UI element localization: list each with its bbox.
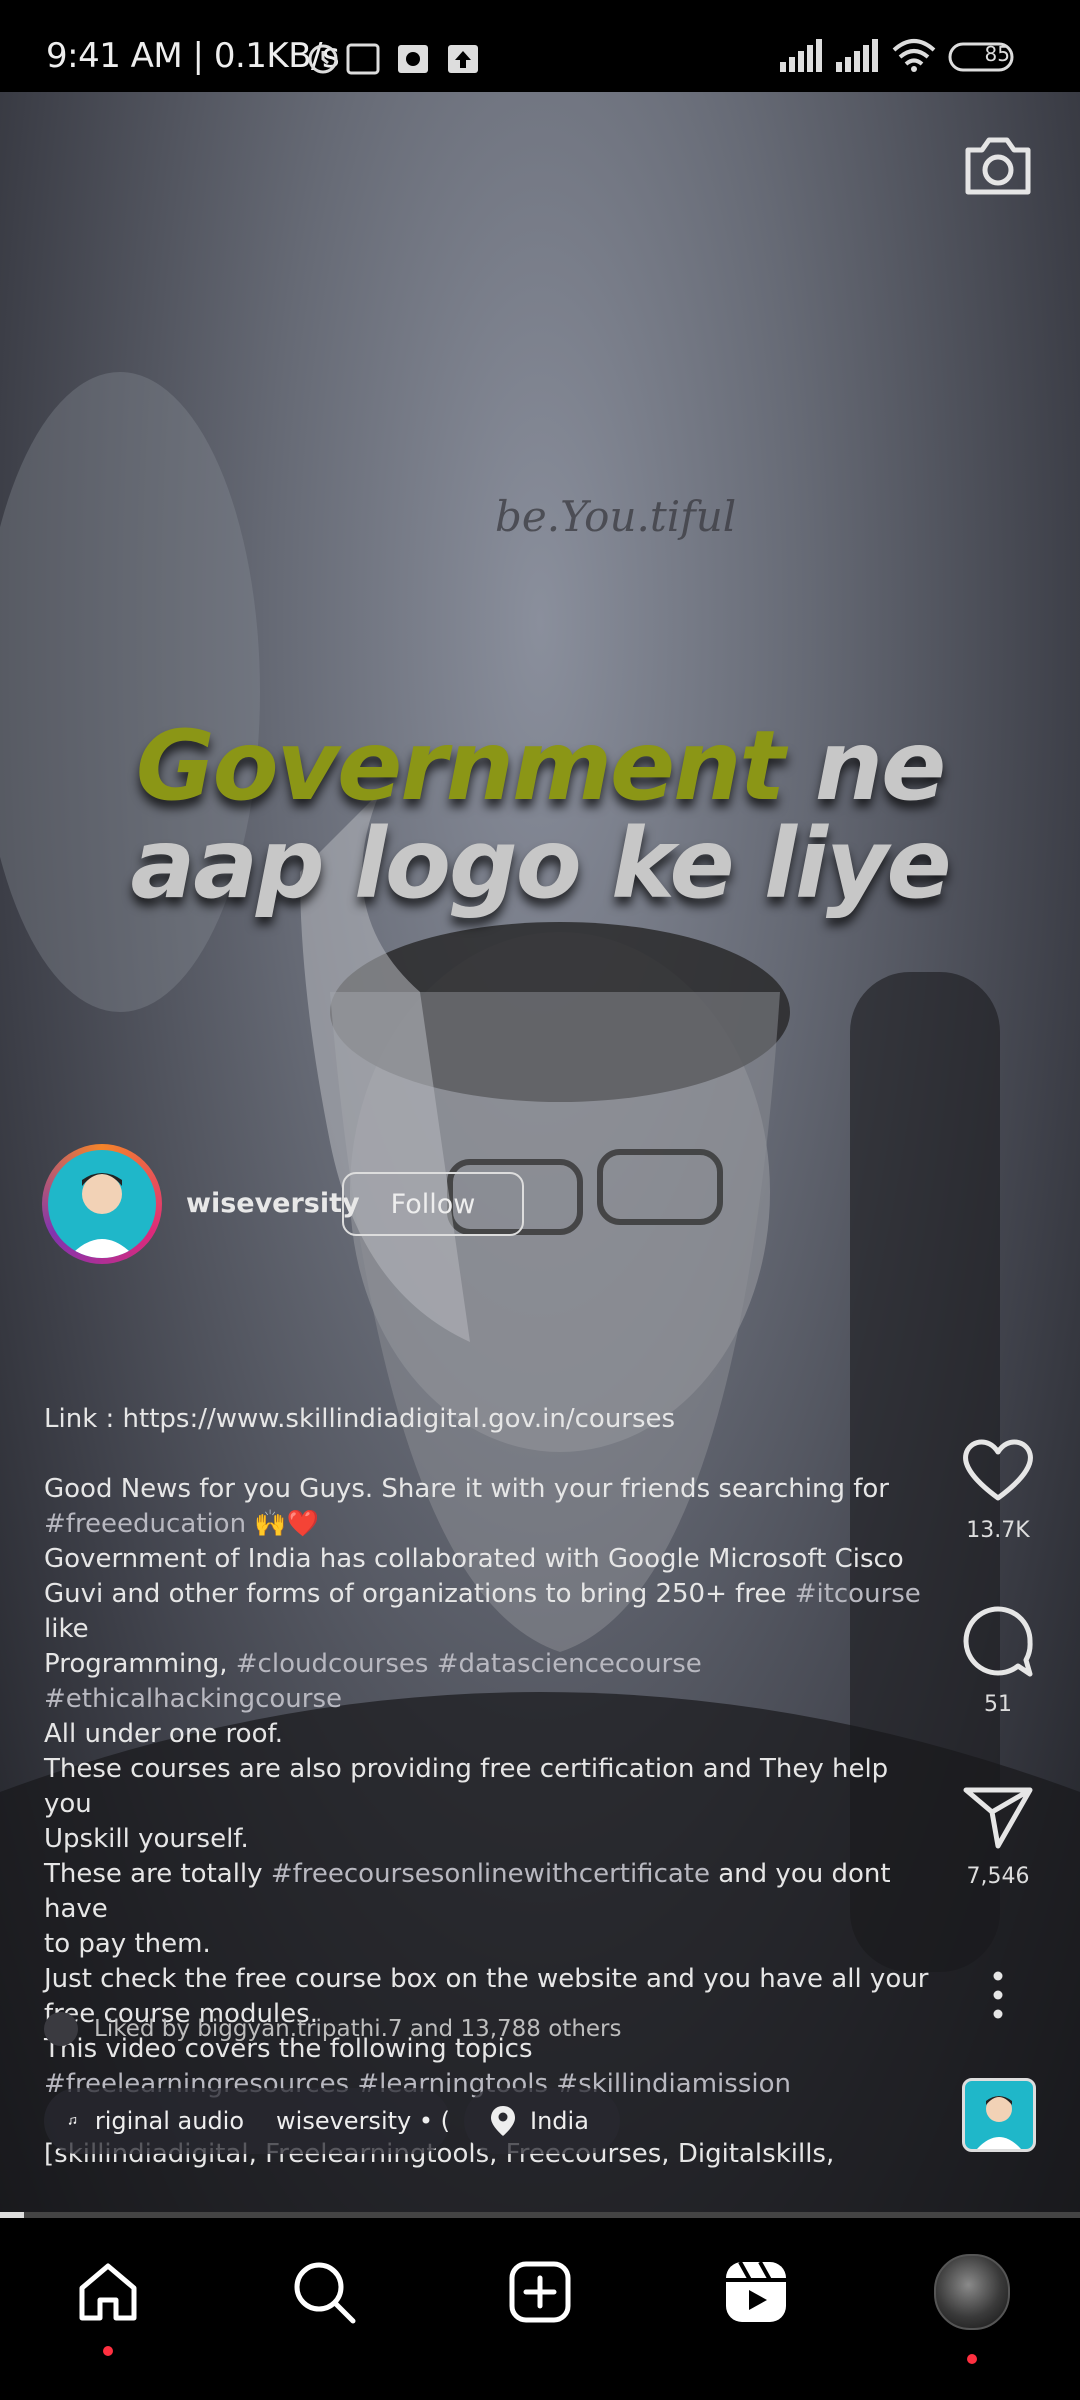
send-icon <box>963 1787 1033 1849</box>
liker-avatar <box>44 2012 78 2046</box>
liked-by-text: Liked by biggyan.tripathi.7 and 13,788 o… <box>94 2016 622 2042</box>
status-left-icons <box>306 40 486 80</box>
more-vertical-icon <box>993 1971 1003 2019</box>
caption-line: Government of India has collaborated wit… <box>44 1544 904 1574</box>
search-icon <box>294 2262 356 2324</box>
video-progress-bar[interactable] <box>0 2212 1080 2218</box>
headline-accent: Government <box>135 710 785 822</box>
share-button[interactable]: 7,546 <box>958 1782 1038 1889</box>
caption-line: #freeeducation 🙌❤️ <box>44 1507 944 1542</box>
status-time: 9:41 AM | 0.1KB/s <box>46 36 340 76</box>
create-icon <box>509 2261 571 2323</box>
nav-create[interactable] <box>500 2252 580 2332</box>
follow-label: Follow <box>390 1188 476 1220</box>
share-count: 7,546 <box>966 1864 1030 1889</box>
comment-button[interactable]: 51 <box>958 1606 1038 1717</box>
caption-line: All under one roof. <box>44 1719 284 1749</box>
location-pin-icon <box>491 2106 515 2136</box>
nav-home[interactable] <box>68 2252 148 2356</box>
caption-text: Guvi and other forms of organizations to… <box>44 1579 795 1609</box>
comment-icon <box>963 1606 1033 1677</box>
avatar <box>48 1150 156 1258</box>
like-count: 13.7K <box>966 1518 1030 1543</box>
nav-profile[interactable] <box>932 2252 1012 2364</box>
nav-search[interactable] <box>284 2252 364 2332</box>
caption-text: These are totally <box>44 1859 271 1889</box>
like-button[interactable]: 13.7K <box>958 1434 1038 1543</box>
comment-count: 51 <box>984 1692 1012 1717</box>
camera-button[interactable] <box>962 134 1034 202</box>
video-progress-fill <box>0 2212 24 2218</box>
avatar <box>977 2096 1021 2149</box>
location-label: India <box>530 2107 589 2135</box>
profile-avatar <box>934 2254 1010 2330</box>
hashtag[interactable]: #itcourse <box>795 1579 921 1609</box>
caption-link[interactable]: Link : https://www.skillindiadigital.gov… <box>44 1402 944 1437</box>
author-username[interactable]: wiseversity <box>186 1188 360 1219</box>
alarm-icon <box>308 44 338 74</box>
signal-icon <box>780 39 822 72</box>
nav-reels[interactable] <box>716 2252 796 2332</box>
emoji: 🙌❤️ <box>254 1509 320 1539</box>
sim-icon <box>346 43 380 75</box>
heart-icon <box>963 1439 1033 1501</box>
bottom-nav <box>0 2222 1080 2400</box>
caption-line: Upskill yourself. <box>44 1824 249 1854</box>
signal-icon <box>836 39 878 72</box>
caption-text: like <box>44 1614 89 1644</box>
caption-text: Programming, <box>44 1649 236 1679</box>
notification-icon <box>398 45 428 73</box>
headline-line-2: aap logo ke liye <box>130 808 951 920</box>
notification-dot <box>103 2346 113 2356</box>
camera-icon <box>965 137 1031 195</box>
status-bar: 9:41 AM | 0.1KB/s 85 <box>0 0 1080 92</box>
notification-dot <box>967 2354 977 2364</box>
audio-label: riginal audio <box>94 2107 245 2135</box>
location-chip[interactable]: India <box>464 2088 620 2154</box>
follow-button[interactable]: Follow <box>342 1172 524 1236</box>
caption-line: These courses are also providing free ce… <box>44 1754 889 1819</box>
headline-line-1: Government ne <box>0 710 1080 822</box>
caption-line: These are totally #freecoursesonlinewith… <box>44 1857 944 1927</box>
hashtag[interactable]: #cloudcourses <box>236 1649 429 1679</box>
liked-by-row[interactable]: Liked by biggyan.tripathi.7 and 13,788 o… <box>44 2012 622 2046</box>
caption-line: to pay them. <box>44 1929 211 1959</box>
wifi-icon <box>892 39 936 72</box>
more-options-button[interactable] <box>958 1970 1038 2024</box>
video-watermark: be.You.tiful <box>495 492 737 541</box>
caption-line: #ethicalhackingcourse <box>44 1682 944 1717</box>
music-note-icon <box>68 2116 77 2125</box>
author-avatar[interactable] <box>42 1144 162 1264</box>
audio-chip[interactable]: riginal audio wiseversity • ( <box>44 2088 450 2154</box>
status-right-icons: 85 <box>780 36 1040 80</box>
reel-video[interactable]: be.You.tiful Government ne aap logo ke l… <box>0 92 1080 2212</box>
upload-icon <box>448 45 478 73</box>
caption-line: Good News for you Guys. Share it with yo… <box>44 1474 889 1504</box>
caption-line: Programming, #cloudcourses #datasciencec… <box>44 1647 944 1682</box>
hashtag[interactable]: #freecoursesonlinewithcertificate <box>271 1859 710 1889</box>
reels-icon <box>726 2261 786 2322</box>
hashtag[interactable]: #ethicalhackingcourse <box>44 1684 342 1714</box>
caption-line: Just check the free course box on the we… <box>44 1964 929 1994</box>
caption-line: Guvi and other forms of organizations to… <box>44 1577 944 1647</box>
audio-author: wiseversity • ( <box>276 2107 450 2135</box>
reel-caption[interactable]: Link : https://www.skillindiadigital.gov… <box>44 1402 944 2172</box>
headline-rest: ne <box>783 710 946 822</box>
hashtag[interactable]: #freeeducation <box>44 1509 246 1539</box>
audio-thumbnail[interactable] <box>962 2078 1036 2152</box>
hashtag[interactable]: #datasciencecourse <box>437 1649 702 1679</box>
battery-level: 85 <box>984 42 1010 66</box>
home-icon <box>79 2263 137 2321</box>
